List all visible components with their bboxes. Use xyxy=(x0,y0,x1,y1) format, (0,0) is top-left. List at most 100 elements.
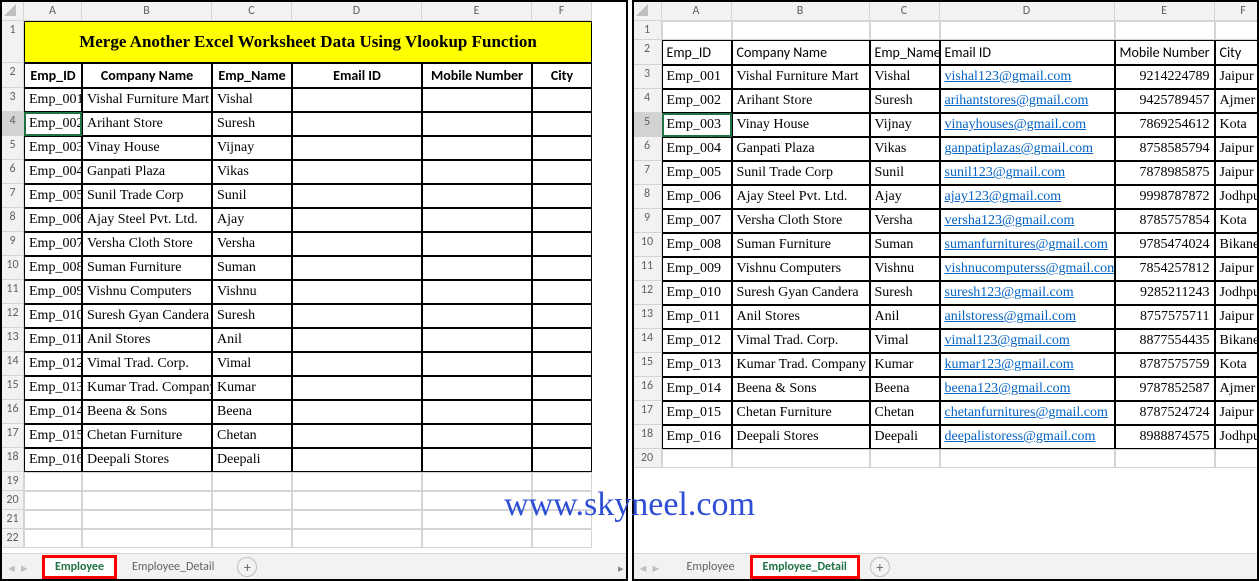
table-header-cell[interactable]: City xyxy=(1215,40,1259,65)
data-cell[interactable]: Kota xyxy=(1215,353,1259,377)
row-header[interactable]: 10 xyxy=(2,256,24,280)
data-cell[interactable] xyxy=(422,424,532,448)
data-cell[interactable]: Jaipur xyxy=(1215,257,1259,281)
email-link-cell[interactable] xyxy=(292,88,422,112)
data-cell[interactable]: Ajay Steel Pvt. Ltd. xyxy=(82,208,212,232)
data-cell[interactable]: Ajay Steel Pvt. Ltd. xyxy=(732,185,870,209)
data-cell[interactable]: 7878985875 xyxy=(1115,161,1215,185)
data-cell[interactable]: Vishnu xyxy=(870,257,940,281)
empty-cell[interactable] xyxy=(82,491,212,510)
data-cell[interactable] xyxy=(422,328,532,352)
email-link-cell[interactable] xyxy=(292,424,422,448)
data-cell[interactable]: Kota xyxy=(1215,209,1259,233)
email-link-cell[interactable]: ganpatiplazas@gmail.com xyxy=(940,137,1115,161)
data-cell[interactable] xyxy=(532,256,592,280)
data-cell[interactable]: Sunil Trade Corp xyxy=(732,161,870,185)
empty-cell[interactable] xyxy=(870,21,940,40)
empty-cell[interactable] xyxy=(24,491,82,510)
row-header[interactable]: 12 xyxy=(634,281,662,305)
data-cell[interactable] xyxy=(422,448,532,472)
row-header[interactable]: 5 xyxy=(634,113,662,137)
column-header[interactable]: D xyxy=(292,2,422,21)
data-cell[interactable]: Versha xyxy=(870,209,940,233)
data-cell[interactable]: 8988874575 xyxy=(1115,425,1215,449)
data-cell[interactable]: Emp_008 xyxy=(24,256,82,280)
email-link-cell[interactable] xyxy=(292,280,422,304)
table-header-cell[interactable]: Company Name xyxy=(732,40,870,65)
row-header[interactable]: 21 xyxy=(2,510,24,529)
data-cell[interactable]: Emp_007 xyxy=(662,209,732,233)
data-cell[interactable]: Emp_013 xyxy=(24,376,82,400)
data-cell[interactable]: Emp_014 xyxy=(24,400,82,424)
row-header[interactable]: 8 xyxy=(2,208,24,232)
data-cell[interactable]: Kumar xyxy=(212,376,292,400)
empty-cell[interactable] xyxy=(532,491,592,510)
data-cell[interactable]: Suman xyxy=(212,256,292,280)
data-cell[interactable]: Anil Stores xyxy=(732,305,870,329)
data-cell[interactable] xyxy=(532,328,592,352)
data-cell[interactable]: Ganpati Plaza xyxy=(82,160,212,184)
data-cell[interactable]: Arihant Store xyxy=(82,112,212,136)
data-cell[interactable]: Vishnu Computers xyxy=(732,257,870,281)
data-cell[interactable]: Suresh xyxy=(870,281,940,305)
data-cell[interactable]: Suman Furniture xyxy=(732,233,870,257)
email-link-cell[interactable] xyxy=(292,376,422,400)
empty-cell[interactable] xyxy=(940,449,1115,468)
data-cell[interactable]: Ganpati Plaza xyxy=(732,137,870,161)
email-link-cell[interactable]: vimal123@gmail.com xyxy=(940,329,1115,353)
email-link-cell[interactable] xyxy=(292,328,422,352)
data-cell[interactable]: 8757575711 xyxy=(1115,305,1215,329)
email-link-cell[interactable] xyxy=(292,448,422,472)
empty-cell[interactable] xyxy=(940,21,1115,40)
empty-cell[interactable] xyxy=(532,529,592,548)
data-cell[interactable]: Emp_012 xyxy=(24,352,82,376)
column-header[interactable]: C xyxy=(212,2,292,21)
empty-cell[interactable] xyxy=(212,472,292,491)
data-cell[interactable]: Vishnu Computers xyxy=(82,280,212,304)
data-cell[interactable]: 7869254612 xyxy=(1115,113,1215,137)
data-cell[interactable] xyxy=(422,256,532,280)
empty-cell[interactable] xyxy=(292,510,422,529)
email-link-cell[interactable]: vinayhouses@gmail.com xyxy=(940,113,1115,137)
column-header[interactable]: F xyxy=(532,2,592,21)
data-cell[interactable]: Vinay House xyxy=(732,113,870,137)
row-header[interactable]: 1 xyxy=(634,21,662,40)
empty-cell[interactable] xyxy=(870,449,940,468)
email-link-cell[interactable] xyxy=(292,232,422,256)
data-cell[interactable]: Jaipur xyxy=(1215,305,1259,329)
data-cell[interactable]: Vikas xyxy=(212,160,292,184)
data-cell[interactable]: Jodhpur xyxy=(1215,425,1259,449)
empty-cell[interactable] xyxy=(732,449,870,468)
data-cell[interactable] xyxy=(422,352,532,376)
data-cell[interactable] xyxy=(532,400,592,424)
data-cell[interactable]: Emp_001 xyxy=(24,88,82,112)
data-cell[interactable]: Emp_002 xyxy=(24,112,82,136)
data-cell[interactable]: Suman xyxy=(870,233,940,257)
email-link-cell[interactable] xyxy=(292,304,422,328)
data-cell[interactable]: Jaipur xyxy=(1215,161,1259,185)
row-header[interactable]: 18 xyxy=(634,425,662,449)
empty-cell[interactable] xyxy=(24,472,82,491)
column-header[interactable]: B xyxy=(82,2,212,21)
data-cell[interactable]: 8877554435 xyxy=(1115,329,1215,353)
row-header[interactable]: 3 xyxy=(2,88,24,112)
data-cell[interactable] xyxy=(422,136,532,160)
data-cell[interactable]: 9998787872 xyxy=(1115,185,1215,209)
data-cell[interactable]: Suresh Gyan Candera xyxy=(82,304,212,328)
column-header[interactable]: B xyxy=(732,2,870,21)
data-cell[interactable]: Emp_013 xyxy=(662,353,732,377)
row-header[interactable]: 19 xyxy=(2,472,24,491)
sheet-tab[interactable]: Employee xyxy=(674,555,748,579)
column-header[interactable]: A xyxy=(24,2,82,21)
data-cell[interactable]: Deepali Stores xyxy=(732,425,870,449)
data-cell[interactable]: Chetan Furniture xyxy=(732,401,870,425)
empty-cell[interactable] xyxy=(212,529,292,548)
row-header[interactable]: 16 xyxy=(634,377,662,401)
data-cell[interactable] xyxy=(422,112,532,136)
row-header[interactable]: 20 xyxy=(634,449,662,468)
email-link-cell[interactable]: chetanfurnitures@gmail.com xyxy=(940,401,1115,425)
data-cell[interactable]: 8787575759 xyxy=(1115,353,1215,377)
data-cell[interactable]: Emp_008 xyxy=(662,233,732,257)
data-cell[interactable]: Beena xyxy=(212,400,292,424)
row-header[interactable]: 6 xyxy=(634,137,662,161)
